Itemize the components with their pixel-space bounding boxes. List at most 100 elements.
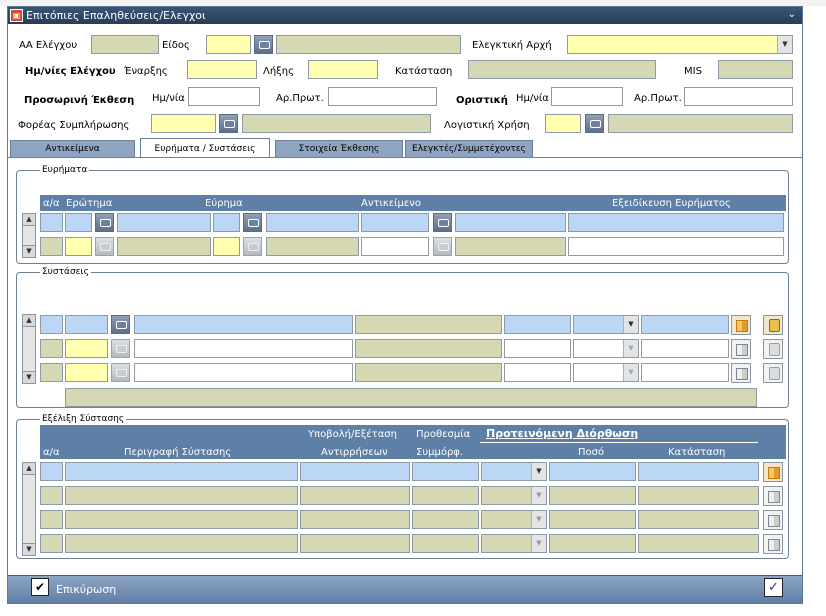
rec-row2-deadline[interactable] (504, 339, 571, 358)
minimize-icon[interactable]: ⌄ (786, 9, 798, 21)
evo-row1-grid-add-icon[interactable] (763, 462, 783, 482)
evo-row1-deadline[interactable] (412, 462, 479, 481)
findings-row2-question-code[interactable] (65, 237, 92, 256)
rec-scrollbar[interactable]: ▲ ▼ (22, 314, 36, 384)
findings-row1-specification[interactable] (568, 213, 784, 232)
chevron-down-icon[interactable]: ▼ (531, 535, 546, 552)
findings-row1-question[interactable] (117, 213, 211, 232)
scroll-down-icon[interactable]: ▼ (22, 543, 36, 556)
findings-row1-question-code[interactable] (65, 213, 92, 232)
rec-row2-notes-icon[interactable] (763, 339, 783, 359)
scroll-up-icon[interactable]: ▲ (22, 213, 36, 226)
findings-scrollbar[interactable]: ▲ ▼ (22, 213, 36, 258)
chevron-down-icon[interactable]: ▼ (531, 511, 546, 528)
findings-row2-finding-code[interactable] (213, 237, 240, 256)
checkmark-document-icon[interactable]: ✔ (31, 578, 49, 596)
findings-row2-aa[interactable] (40, 237, 63, 256)
evo-row3-aa[interactable] (40, 510, 63, 529)
findings-row2-question-lov-icon[interactable] (95, 237, 114, 256)
chevron-down-icon[interactable]: ▼ (777, 36, 792, 53)
evo-row1-amount[interactable] (549, 462, 636, 481)
chevron-down-icon[interactable]: ▼ (531, 463, 546, 480)
evo-row2-grid-add-icon[interactable] (763, 486, 783, 506)
rec-row1-recipient-lov-icon[interactable] (111, 315, 130, 334)
evo-row4-grid-add-icon[interactable] (763, 534, 783, 554)
findings-row2-object[interactable] (361, 237, 429, 256)
findings-row1-object[interactable] (361, 213, 429, 232)
start-date-field[interactable] (187, 60, 257, 79)
rec-row1-notes-icon[interactable] (763, 315, 783, 335)
rec-row3-recipient[interactable] (65, 363, 108, 382)
eidos-code-field[interactable] (206, 35, 251, 54)
body-lov-icon[interactable] (219, 114, 238, 133)
findings-row1-finding-lov-icon[interactable] (243, 213, 262, 232)
evo-row2-correction-select[interactable]: ▼ (481, 486, 547, 505)
final-prot-field[interactable] (684, 87, 793, 106)
rec-row2-description[interactable] (134, 339, 353, 358)
findings-row1-finding-code[interactable] (213, 213, 240, 232)
ok-check-icon[interactable]: ✓ (764, 578, 783, 597)
findings-row1-aa[interactable] (40, 213, 63, 232)
evo-row1-submission[interactable] (300, 462, 410, 481)
rec-row3-deadline[interactable] (504, 363, 571, 382)
findings-row2-finding-lov-icon[interactable] (243, 237, 262, 256)
aa-field[interactable] (91, 35, 159, 54)
rec-row2-amount[interactable] (641, 339, 729, 358)
evo-row1-description[interactable] (65, 462, 298, 481)
rec-row1-deadline[interactable] (504, 315, 571, 334)
evo-row2-aa[interactable] (40, 486, 63, 505)
scroll-up-icon[interactable]: ▲ (22, 314, 36, 327)
chevron-down-icon[interactable]: ▼ (623, 316, 638, 333)
rec-row3-amount[interactable] (641, 363, 729, 382)
rec-row1-amount[interactable] (641, 315, 729, 334)
tab-report-details[interactable]: Στοιχεία Έκθεσης (275, 140, 403, 157)
chevron-down-icon[interactable]: ▼ (623, 364, 638, 381)
rec-row2-aa[interactable] (40, 339, 63, 358)
rec-row1-description[interactable] (134, 315, 353, 334)
rec-row2-recipient-lov-icon[interactable] (111, 339, 130, 358)
prov-date-field[interactable] (188, 87, 260, 106)
evo-scrollbar[interactable]: ▲ ▼ (22, 462, 36, 556)
evo-row3-grid-add-icon[interactable] (763, 510, 783, 530)
rec-row3-notes-icon[interactable] (763, 363, 783, 383)
chevron-down-icon[interactable]: ▼ (531, 487, 546, 504)
end-date-field[interactable] (308, 60, 378, 79)
findings-row2-object-lov-icon[interactable] (433, 237, 452, 256)
fiscal-lov-icon[interactable] (585, 114, 604, 133)
evo-row3-correction-select[interactable]: ▼ (481, 510, 547, 529)
evo-row1-aa[interactable] (40, 462, 63, 481)
scroll-down-icon[interactable]: ▼ (22, 245, 36, 258)
authority-select[interactable]: ▼ (567, 35, 793, 54)
findings-row1-finding[interactable] (266, 213, 359, 232)
rec-row3-aa[interactable] (40, 363, 63, 382)
rec-row1-correction-select[interactable]: ▼ (573, 315, 639, 334)
fiscal-code-field[interactable] (545, 114, 581, 133)
findings-row1-question-lov-icon[interactable] (95, 213, 114, 232)
evo-row4-aa[interactable] (40, 534, 63, 553)
rec-row3-grid-add-icon[interactable] (731, 363, 751, 383)
rec-row2-correction-select[interactable]: ▼ (573, 339, 639, 358)
scroll-down-icon[interactable]: ▼ (22, 371, 36, 384)
evo-row4-correction-select[interactable]: ▼ (481, 534, 547, 553)
rec-row1-grid-add-icon[interactable] (731, 315, 751, 335)
eidos-lov-icon[interactable] (254, 35, 273, 54)
commit-button[interactable]: Επικύρωση (56, 583, 116, 597)
findings-row2-specification[interactable] (568, 237, 784, 256)
rec-row2-grid-add-icon[interactable] (731, 339, 751, 359)
tab-auditors[interactable]: Ελεγκτές/Συμμετέχοντες (405, 140, 533, 157)
rec-row3-correction-select[interactable]: ▼ (573, 363, 639, 382)
rec-row3-description[interactable] (134, 363, 353, 382)
rec-row3-recipient-lov-icon[interactable] (111, 363, 130, 382)
evo-row1-status[interactable] (638, 462, 759, 481)
scroll-up-icon[interactable]: ▲ (22, 462, 36, 475)
rec-row1-recipient[interactable] (65, 315, 108, 334)
final-date-field[interactable] (551, 87, 623, 106)
body-code-field[interactable] (151, 114, 216, 133)
findings-row1-object-lov-icon[interactable] (433, 213, 452, 232)
tab-objects[interactable]: Αντικείμενα (10, 140, 135, 157)
evo-row1-correction-select[interactable]: ▼ (481, 462, 547, 481)
rec-row2-recipient[interactable] (65, 339, 108, 358)
rec-row1-aa[interactable] (40, 315, 63, 334)
prov-prot-field[interactable] (328, 87, 437, 106)
findings-row1-object-desc[interactable] (455, 213, 566, 232)
